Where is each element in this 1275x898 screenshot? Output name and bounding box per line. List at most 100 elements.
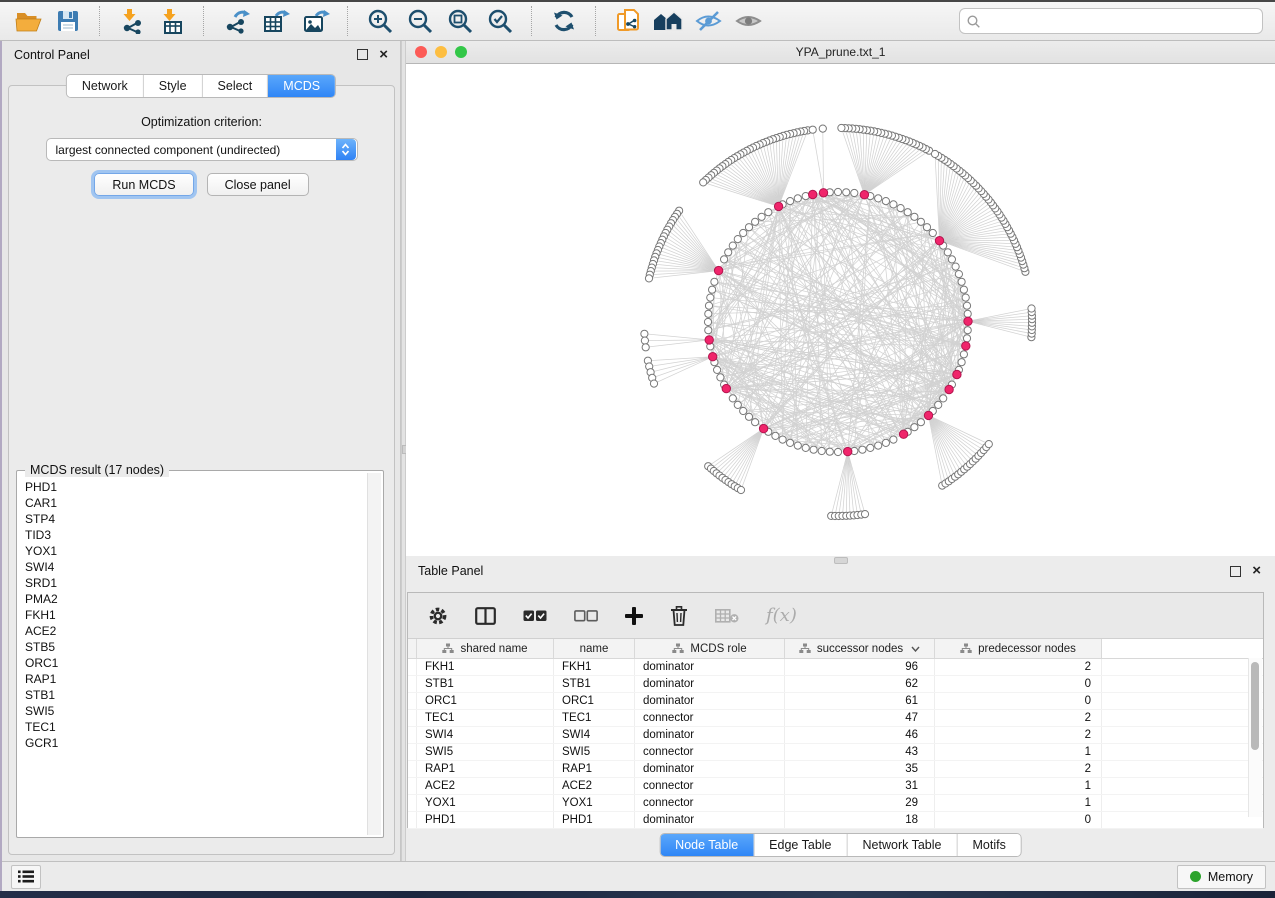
table-row[interactable]: YOX1 YOX1 connector 29 1 <box>408 795 1263 812</box>
run-mcds-button[interactable]: Run MCDS <box>94 173 193 196</box>
cell-predecessor-nodes: 0 <box>935 693 1102 709</box>
table-row[interactable]: SWI5 SWI5 connector 43 1 <box>408 744 1263 761</box>
unchecked-boxes-icon <box>574 610 598 622</box>
table-tabs: Node TableEdge TableNetwork TableMotifs <box>659 833 1022 857</box>
deselect-all-button[interactable] <box>574 610 598 622</box>
column-header[interactable]: successor nodes <box>785 639 935 658</box>
result-node-item[interactable]: STB1 <box>25 687 366 703</box>
table-row[interactable]: RAP1 RAP1 dominator 35 2 <box>408 761 1263 778</box>
table-row[interactable]: STB1 STB1 dominator 62 0 <box>408 676 1263 693</box>
close-panel-button[interactable]: Close panel <box>207 173 309 196</box>
result-list-scrollbar[interactable] <box>367 473 381 835</box>
control-panel-header: Control Panel × <box>2 41 400 68</box>
toolbar-separator <box>203 6 205 36</box>
table-row[interactable]: SWI4 SWI4 dominator 46 2 <box>408 727 1263 744</box>
add-column-button[interactable] <box>625 607 643 625</box>
control-panel-tab[interactable]: Select <box>202 75 268 97</box>
cell-name: FKH1 <box>554 659 635 675</box>
save-icon <box>56 9 80 33</box>
result-node-item[interactable]: SRD1 <box>25 575 366 591</box>
result-node-item[interactable]: FKH1 <box>25 607 366 623</box>
scrollbar-thumb[interactable] <box>1251 662 1259 750</box>
close-panel-icon[interactable]: × <box>379 50 388 60</box>
export-image-button[interactable] <box>298 5 334 37</box>
result-node-item[interactable]: STB5 <box>25 639 366 655</box>
result-node-item[interactable]: RAP1 <box>25 671 366 687</box>
apply-layout-button[interactable] <box>546 5 582 37</box>
result-node-item[interactable]: STP4 <box>25 511 366 527</box>
result-node-item[interactable]: SWI4 <box>25 559 366 575</box>
export-table-button[interactable] <box>258 5 294 37</box>
table-header-row: shared name name MCDS role successor nod… <box>408 639 1263 659</box>
result-node-item[interactable]: ACE2 <box>25 623 366 639</box>
zoom-selected-button[interactable] <box>482 5 518 37</box>
cell-mcds-role: dominator <box>635 659 785 675</box>
result-node-item[interactable]: PMA2 <box>25 591 366 607</box>
table-tab[interactable]: Node Table <box>660 834 753 856</box>
first-neighbors-button[interactable] <box>650 5 686 37</box>
result-node-item[interactable]: TEC1 <box>25 719 366 735</box>
zoom-selected-icon <box>487 8 513 34</box>
control-panel-tab[interactable]: Network <box>67 75 143 97</box>
select-all-button[interactable] <box>523 610 547 622</box>
import-network-button[interactable] <box>114 5 150 37</box>
zoom-in-button[interactable] <box>362 5 398 37</box>
result-node-item[interactable]: SWI5 <box>25 703 366 719</box>
result-node-item[interactable]: CAR1 <box>25 495 366 511</box>
clone-network-button[interactable] <box>610 5 646 37</box>
delete-table-button[interactable] <box>715 608 739 624</box>
control-panel-tab[interactable]: MCDS <box>267 75 335 97</box>
hide-selected-button[interactable] <box>690 5 726 37</box>
zoom-fit-button[interactable] <box>442 5 478 37</box>
memory-button[interactable]: Memory <box>1177 865 1266 889</box>
column-header[interactable]: predecessor nodes <box>935 639 1102 658</box>
function-builder-button[interactable]: f(x) <box>766 605 797 626</box>
cell-successor-nodes: 61 <box>785 693 935 709</box>
cell-name: TEC1 <box>554 710 635 726</box>
cell-name: ORC1 <box>554 693 635 709</box>
result-node-item[interactable]: GCR1 <box>25 735 366 751</box>
import-table-button[interactable] <box>154 5 190 37</box>
close-table-panel-icon[interactable]: × <box>1252 566 1261 576</box>
column-header[interactable]: shared name <box>417 639 554 658</box>
zoom-out-button[interactable] <box>402 5 438 37</box>
float-table-panel-icon[interactable] <box>1230 566 1241 577</box>
criterion-select[interactable]: largest connected component (undirected) <box>46 138 358 161</box>
cell-shared-name: RAP1 <box>417 761 554 777</box>
network-canvas[interactable] <box>406 64 1275 556</box>
cell-mcds-role: dominator <box>635 761 785 777</box>
table-tab[interactable]: Motifs <box>956 834 1020 856</box>
column-header[interactable]: MCDS role <box>635 639 785 658</box>
result-node-item[interactable]: PHD1 <box>25 479 366 495</box>
tree-icon <box>960 643 972 654</box>
show-all-button[interactable] <box>730 5 766 37</box>
save-session-button[interactable] <box>50 5 86 37</box>
table-row[interactable]: PHD1 PHD1 dominator 18 0 <box>408 812 1263 829</box>
result-node-item[interactable]: ORC1 <box>25 655 366 671</box>
control-panel-tab[interactable]: Style <box>143 75 202 97</box>
cell-shared-name: STB1 <box>417 676 554 692</box>
cell-predecessor-nodes: 2 <box>935 659 1102 675</box>
network-graph[interactable] <box>406 64 1275 556</box>
result-node-item[interactable]: TID3 <box>25 527 366 543</box>
table-row[interactable]: ORC1 ORC1 dominator 61 0 <box>408 693 1263 710</box>
table-settings-button[interactable] <box>428 606 448 626</box>
table-panel-toggle-button[interactable] <box>11 865 41 889</box>
float-panel-icon[interactable] <box>357 49 368 60</box>
table-scrollbar[interactable] <box>1248 658 1262 817</box>
result-node-item[interactable]: YOX1 <box>25 543 366 559</box>
open-file-button[interactable] <box>10 5 46 37</box>
delete-columns-button[interactable] <box>670 606 688 626</box>
split-view-button[interactable] <box>475 607 496 625</box>
column-header[interactable]: name <box>554 639 635 658</box>
table-row[interactable]: TEC1 TEC1 connector 47 2 <box>408 710 1263 727</box>
table-splitter-grip[interactable] <box>834 557 848 564</box>
table-row[interactable]: ACE2 ACE2 connector 31 1 <box>408 778 1263 795</box>
table-row[interactable]: FKH1 FKH1 dominator 96 2 <box>408 659 1263 676</box>
search-input[interactable] <box>985 13 1255 29</box>
table-tab[interactable]: Edge Table <box>753 834 846 856</box>
zoom-in-icon <box>367 8 393 34</box>
cell-successor-nodes: 43 <box>785 744 935 760</box>
table-tab[interactable]: Network Table <box>847 834 957 856</box>
export-network-button[interactable] <box>218 5 254 37</box>
